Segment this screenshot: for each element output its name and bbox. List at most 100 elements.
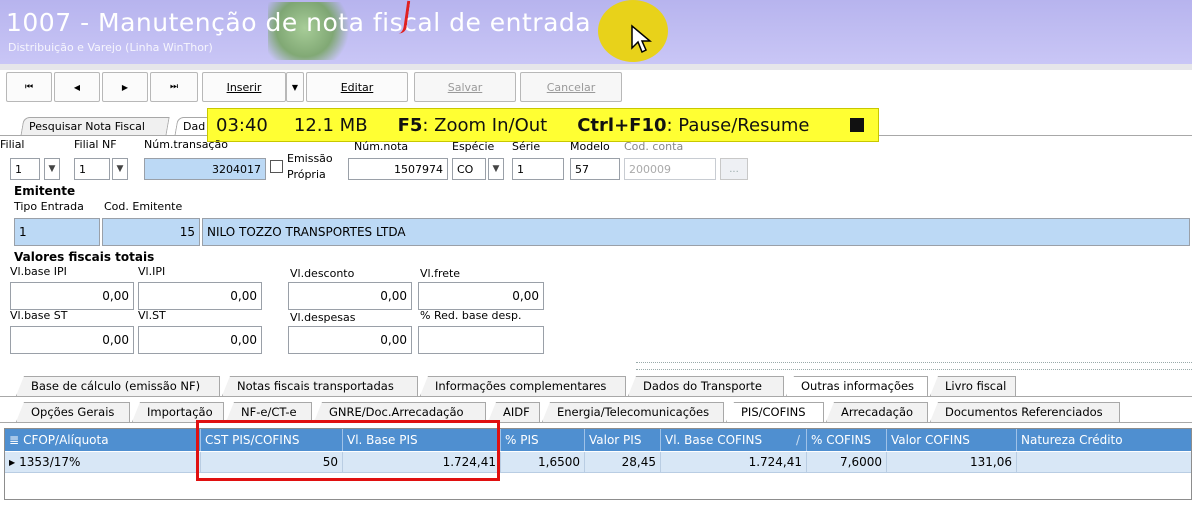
splitter-handle[interactable]	[636, 362, 1192, 370]
frete-field[interactable]: 0,00	[418, 282, 544, 310]
tab-arrecadacao[interactable]: Arrecadação	[826, 402, 928, 422]
last-record-button[interactable]: ⏭	[150, 72, 198, 102]
tab-notas-fiscais-transportadas[interactable]: Notas fiscais transportadas	[222, 376, 418, 396]
tab-documentos-referenciados[interactable]: Documentos Referenciados	[930, 402, 1120, 422]
window-subtitle: Distribuição e Varejo (Linha WinThor)	[8, 41, 213, 54]
edit-button[interactable]: Editar	[306, 72, 408, 102]
grid-menu-icon[interactable]: ≣	[9, 433, 19, 447]
cell-value: 1353/17%	[19, 455, 81, 469]
cod-emitente-value: 15	[179, 225, 195, 239]
column-header-label: Natureza Crédito	[1021, 433, 1123, 447]
filial-chevron-down-icon[interactable]: ▼	[44, 158, 60, 180]
column-header-valor-cofins[interactable]: Valor COFINS	[887, 429, 1017, 451]
mouse-cursor-icon	[631, 24, 652, 54]
despesas-label: Vl.despesas	[290, 311, 356, 324]
column-header-base-cofins[interactable]: Vl. Base COFINS /	[661, 429, 807, 451]
especie-chevron-down-icon[interactable]: ▼	[488, 158, 504, 180]
modelo-field[interactable]: 57	[570, 158, 620, 180]
table-row-cell-pct-cofins[interactable]: 7,6000	[807, 452, 887, 473]
table-row-cell-natureza-credito[interactable]	[1017, 452, 1191, 473]
tipo-entrada-value: 1	[19, 225, 27, 239]
column-header-natureza-credito[interactable]: Natureza Crédito	[1017, 429, 1191, 451]
emissao-propria-label: Emissão	[287, 152, 333, 165]
tab-informacoes-complementares[interactable]: Informações complementares	[420, 376, 626, 396]
tab-pis-cofins[interactable]: PIS/COFINS	[726, 402, 824, 422]
tab-row-divider	[0, 396, 1192, 397]
table-row-cell-base-cofins[interactable]: 1.724,41	[661, 452, 807, 473]
st-field[interactable]: 0,00	[138, 326, 262, 354]
recording-status-bar: 03:40 12.1 MB F5: Zoom In/Out Ctrl+F10: …	[207, 108, 879, 142]
serie-field[interactable]: 1	[512, 158, 564, 180]
cod-emitente-field[interactable]: 15	[102, 218, 200, 246]
tab-opcoes-gerais[interactable]: Opções Gerais	[16, 402, 130, 422]
next-icon: ▶	[121, 82, 129, 92]
tab-pesquisar-nota-fiscal[interactable]: Pesquisar Nota Fiscal	[20, 117, 170, 136]
first-record-button[interactable]: ⏮	[6, 72, 52, 102]
cod-conta-field: 200009	[624, 158, 716, 180]
tab-dados-do-transporte[interactable]: Dados do Transporte	[628, 376, 784, 396]
tab-livro-fiscal[interactable]: Livro fiscal	[930, 376, 1016, 396]
despesas-field[interactable]: 0,00	[288, 326, 412, 354]
tab-label: Dados do Transporte	[643, 379, 762, 393]
column-header-pct-cofins[interactable]: % COFINS	[807, 429, 887, 451]
frete-value: 0,00	[512, 289, 539, 303]
tab-aidf[interactable]: AIDF	[488, 402, 540, 422]
filial-select[interactable]: 1	[10, 158, 40, 180]
tab-label: AIDF	[503, 405, 530, 419]
stop-icon[interactable]	[850, 118, 864, 132]
tab-importacao[interactable]: Importação	[132, 402, 224, 422]
next-record-button[interactable]: ▶	[102, 72, 148, 102]
insert-label: Inserir	[226, 80, 262, 94]
insert-button[interactable]: Inserir	[202, 72, 286, 102]
num-transacao-label: Núm.transação	[144, 138, 228, 151]
table-row-cell-valor-pis[interactable]: 28,45	[585, 452, 661, 473]
filial-nf-select[interactable]: 1	[74, 158, 110, 180]
table-row-cell-cfop[interactable]: ▶ 1353/17%	[5, 452, 201, 473]
emissao-propria-checkbox[interactable]	[270, 160, 283, 173]
num-transacao-field[interactable]: 3204017	[144, 158, 266, 180]
ipi-field[interactable]: 0,00	[138, 282, 262, 310]
cancel-button[interactable]: Cancelar	[520, 72, 622, 102]
modelo-label: Modelo	[570, 140, 610, 153]
tipo-entrada-field[interactable]: 1	[14, 218, 100, 246]
tab-label: Documentos Referenciados	[945, 405, 1103, 419]
base-ipi-field[interactable]: 0,00	[10, 282, 134, 310]
tab-base-de-calculo[interactable]: Base de cálculo (emissão NF)	[16, 376, 220, 396]
table-row-cell-valor-cofins[interactable]: 131,06	[887, 452, 1017, 473]
column-header-pct-pis[interactable]: % PIS	[501, 429, 585, 451]
base-ipi-label: Vl.base IPI	[10, 265, 67, 278]
tab-nfe-cte[interactable]: NF-e/CT-e	[226, 402, 312, 422]
tab-outras-informacoes[interactable]: Outras informações	[786, 376, 928, 396]
chevron-down-icon: ▼	[291, 82, 299, 92]
filial-nf-label: Filial NF	[74, 138, 117, 151]
column-header-label: Vl. Base COFINS	[665, 433, 763, 447]
ipi-value: 0,00	[230, 289, 257, 303]
table-row-cell-pct-pis[interactable]: 1,6500	[501, 452, 585, 473]
column-header-cfop[interactable]: ≣ CFOP/Alíquota	[5, 429, 201, 451]
emitente-name-field[interactable]: NILO TOZZO TRANSPORTES LTDA	[202, 218, 1190, 246]
base-st-field[interactable]: 0,00	[10, 326, 134, 354]
filial-nf-chevron-down-icon[interactable]: ▼	[112, 158, 128, 180]
tab-energia-telecomunicacoes[interactable]: Energia/Telecomunicações	[542, 402, 724, 422]
pause-hotkey-label: : Pause/Resume	[666, 114, 810, 136]
num-nota-field[interactable]: 1507974	[348, 158, 448, 180]
pause-hotkey: Ctrl+F10	[577, 114, 667, 136]
tab-label: Energia/Telecomunicações	[557, 405, 710, 419]
num-nota-label: Núm.nota	[354, 140, 409, 153]
desconto-field[interactable]: 0,00	[288, 282, 412, 310]
pis-cofins-grid[interactable]: ≣ CFOP/Alíquota CST PIS/COFINS Vl. Base P…	[4, 428, 1192, 500]
tab-label: NF-e/CT-e	[241, 405, 297, 419]
recording-time: 03:40	[216, 114, 268, 136]
especie-select[interactable]: CO	[452, 158, 486, 180]
previous-record-button[interactable]: ◀	[54, 72, 100, 102]
save-button[interactable]: Salvar	[414, 72, 516, 102]
column-header-label: Valor PIS	[589, 433, 642, 447]
window-title: 1007 - Manutenção de nota fiscal de entr…	[6, 8, 592, 37]
sort-icon: /	[795, 433, 800, 447]
serie-label: Série	[512, 140, 541, 153]
insert-dropdown-button[interactable]: ▼	[286, 72, 304, 102]
column-header-valor-pis[interactable]: Valor PIS	[585, 429, 661, 451]
window-title-bar: 1007 - Manutenção de nota fiscal de entr…	[0, 0, 1192, 64]
tab-gnre[interactable]: GNRE/Doc.Arrecadação	[314, 402, 486, 422]
red-base-field[interactable]	[418, 326, 544, 354]
